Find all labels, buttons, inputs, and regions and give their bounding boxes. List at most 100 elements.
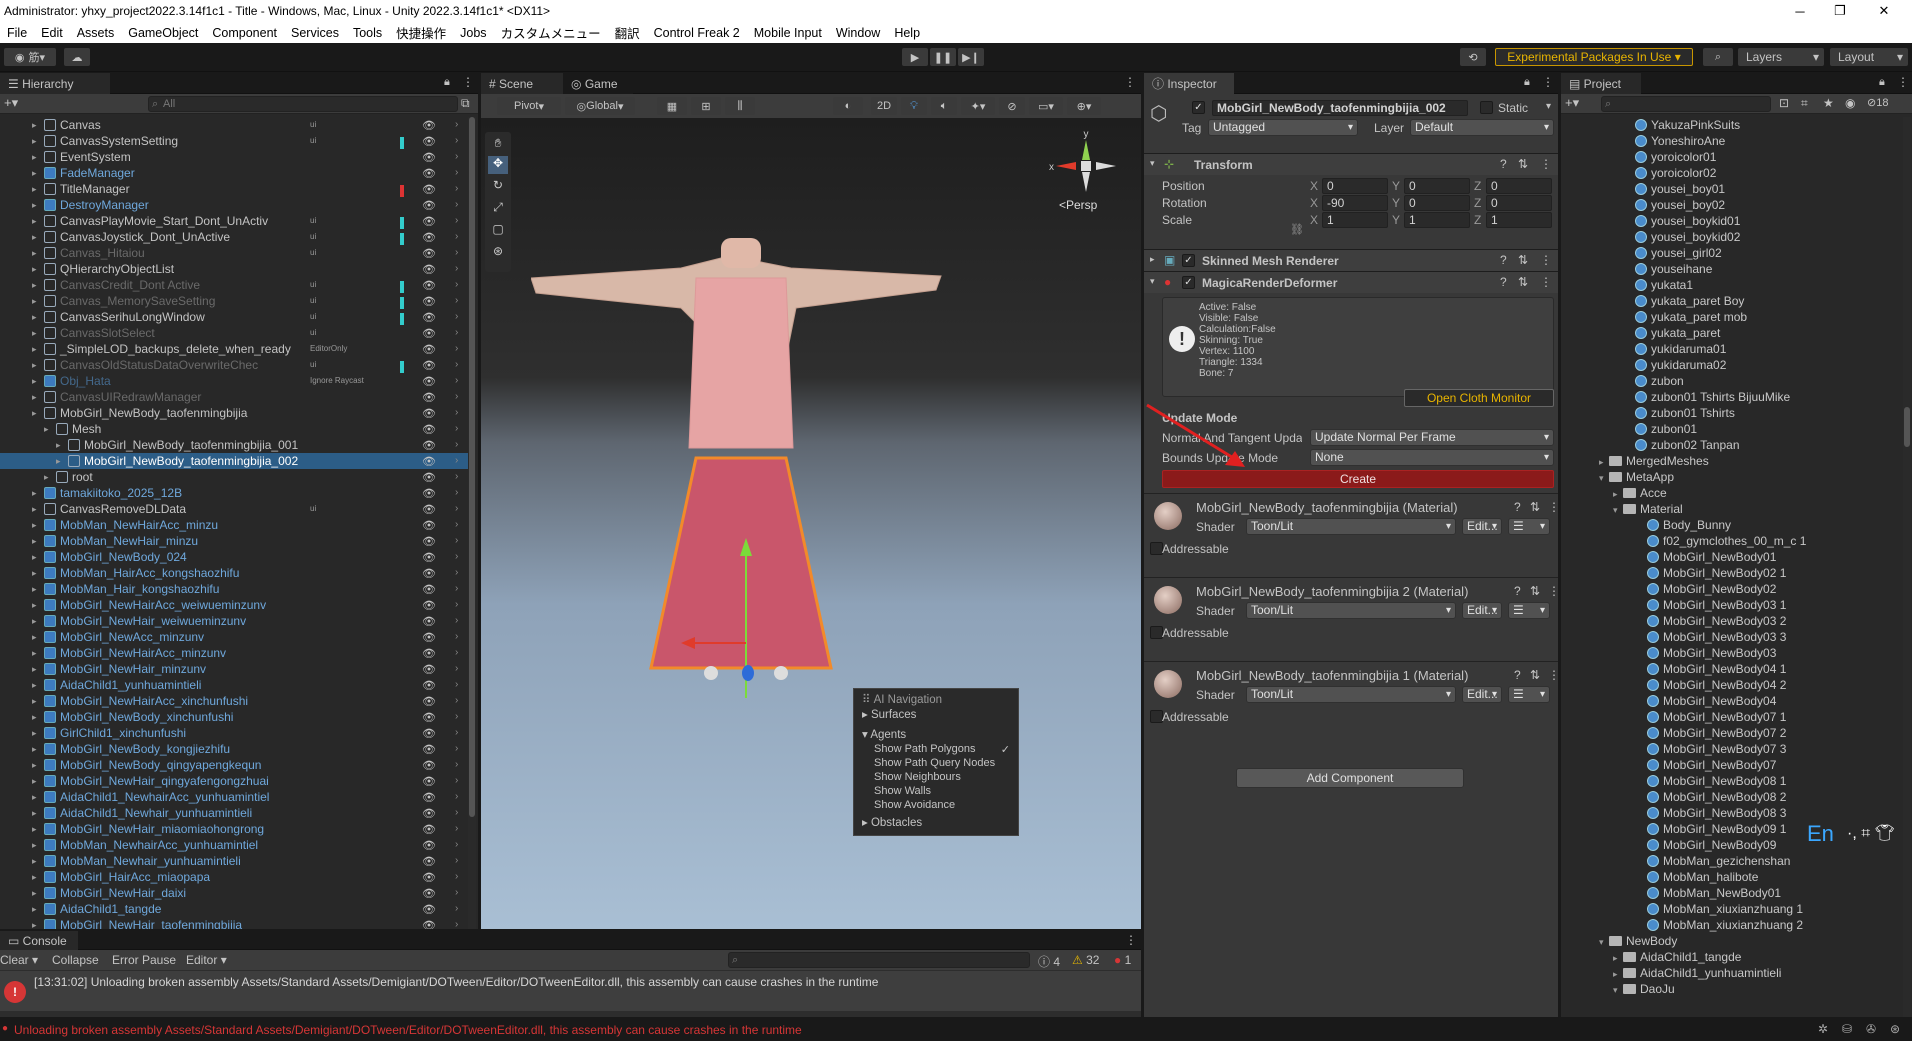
project-item[interactable]: MobGirl_NewBody02 1 xyxy=(1647,565,1786,581)
visibility-icon[interactable]: 👁︎ xyxy=(422,774,436,790)
console-search-input[interactable]: ⌕ xyxy=(728,952,1030,968)
tab-game[interactable]: ◎ Game xyxy=(563,73,633,94)
more-icon[interactable]: ⋮ xyxy=(1540,253,1552,267)
tab-project[interactable]: ▤ Project xyxy=(1561,73,1641,94)
nav-option[interactable]: Show Walls xyxy=(874,785,1014,797)
more-icon[interactable]: ⋮ xyxy=(1897,75,1909,89)
hierarchy-row[interactable]: ▸ CanvasUIRedrawManager 👁︎ › xyxy=(0,389,470,405)
expand-arrow-icon[interactable]: ▸ xyxy=(32,117,37,133)
chevron-right-icon[interactable]: › xyxy=(455,773,458,789)
chevron-right-icon[interactable]: › xyxy=(455,789,458,805)
active-checkbox[interactable]: ✓ xyxy=(1192,101,1205,114)
project-item[interactable]: yoroicolor02 xyxy=(1635,165,1716,181)
hierarchy-row[interactable]: ▸ CanvasPlayMovie_Start_Dont_UnActiv ui 👁︎ › xyxy=(0,213,470,229)
chevron-right-icon[interactable]: › xyxy=(455,133,458,149)
menu-item[interactable]: Assets xyxy=(70,26,122,40)
expand-arrow-icon[interactable]: ▸ xyxy=(1613,950,1623,966)
tab-scene[interactable]: # Scene xyxy=(481,73,563,94)
project-item[interactable]: zubon xyxy=(1635,373,1684,389)
expand-arrow-icon[interactable]: ▸ xyxy=(32,581,37,597)
expand-arrow-icon[interactable]: ▸ xyxy=(1613,486,1623,502)
project-item[interactable]: MobGirl_NewBody07 1 xyxy=(1647,709,1786,725)
visibility-icon[interactable]: 👁︎ xyxy=(422,838,436,854)
collapse-button[interactable]: Collapse xyxy=(52,953,99,967)
chevron-right-icon[interactable]: › xyxy=(455,485,458,501)
chevron-right-icon[interactable]: › xyxy=(455,373,458,389)
hierarchy-row[interactable]: ▸ CanvasSlotSelect ui 👁︎ › xyxy=(0,325,470,341)
project-item[interactable]: yukata1 xyxy=(1635,277,1693,293)
chevron-right-icon[interactable]: › xyxy=(455,421,458,437)
visibility-icon[interactable]: 👁︎ xyxy=(422,486,436,502)
status-message[interactable]: Unloading broken assembly Assets/Standar… xyxy=(14,1023,802,1037)
visibility-icon[interactable]: 👁︎ xyxy=(422,374,436,390)
search-by-label-icon[interactable]: ⌗ xyxy=(1801,96,1808,111)
project-item[interactable]: YakuzaPinkSuits xyxy=(1635,117,1740,133)
help-icon[interactable]: ? xyxy=(1500,253,1507,267)
hierarchy-search-input[interactable]: ⌕ All xyxy=(148,96,458,112)
hierarchy-row[interactable]: ▸ Mesh 👁︎ › xyxy=(0,421,470,437)
chevron-right-icon[interactable]: › xyxy=(455,453,458,469)
project-item[interactable]: yoroicolor01 xyxy=(1635,149,1716,165)
hierarchy-row[interactable]: ▸ MobGirl_NewBody_024 👁︎ › xyxy=(0,549,470,565)
chevron-right-icon[interactable]: › xyxy=(455,917,458,929)
project-item[interactable]: yukidaruma01 xyxy=(1635,341,1726,357)
nav-option[interactable]: Show Path Query Nodes xyxy=(874,757,1014,769)
close-icon[interactable]: ✕ xyxy=(1864,0,1904,22)
obstacles-foldout[interactable]: ▸ Obstacles xyxy=(862,815,922,829)
visibility-icon[interactable]: 👁︎ xyxy=(422,566,436,582)
project-item[interactable]: YoneshiroAne xyxy=(1635,133,1725,149)
chevron-right-icon[interactable]: › xyxy=(455,261,458,277)
visibility-icon[interactable]: 👁︎ xyxy=(422,230,436,246)
chevron-right-icon[interactable]: › xyxy=(455,517,458,533)
more-icon[interactable]: ⋮ xyxy=(1548,500,1560,514)
foldout-icon[interactable]: ▾ xyxy=(1150,158,1155,169)
pause-icon[interactable]: ❚❚ xyxy=(930,48,956,66)
more-icon[interactable]: ⋮ xyxy=(1548,668,1560,682)
expand-arrow-icon[interactable]: ▸ xyxy=(32,181,37,197)
add-icon[interactable]: +▾ xyxy=(1565,95,1579,111)
chevron-right-icon[interactable]: › xyxy=(455,229,458,245)
hand-tool-icon[interactable]: ✋︎ xyxy=(488,136,508,154)
expand-arrow-icon[interactable]: ▸ xyxy=(32,309,37,325)
chevron-right-icon[interactable]: › xyxy=(455,677,458,693)
nav-option[interactable]: Show Path Polygons ✓ xyxy=(874,743,1014,756)
menu-item[interactable]: Jobs xyxy=(453,26,493,40)
visibility-icon[interactable]: 👁︎ xyxy=(422,470,436,486)
preset-icon[interactable]: ⇅ xyxy=(1518,157,1528,171)
hierarchy-row[interactable]: ▸ FadeManager 👁︎ › xyxy=(0,165,470,181)
chevron-right-icon[interactable]: › xyxy=(455,853,458,869)
chevron-right-icon[interactable]: › xyxy=(455,629,458,645)
project-search-input[interactable]: ⌕ xyxy=(1601,96,1771,112)
persp-label[interactable]: <Persp xyxy=(1059,198,1097,212)
project-item[interactable]: MobGirl_NewBody07 3 xyxy=(1647,741,1786,757)
chevron-right-icon[interactable]: › xyxy=(455,469,458,485)
menu-item[interactable]: Mobile Input xyxy=(747,26,829,40)
ime-tools-icon[interactable]: ·, ⌗ 👕︎ xyxy=(1847,823,1895,843)
normal-tangent-dropdown[interactable]: Update Normal Per Frame xyxy=(1310,429,1554,446)
lock-icon[interactable]: 🔒︎ xyxy=(444,76,450,89)
progress-icon[interactable]: ✲ xyxy=(1818,1022,1828,1036)
move-tool-icon[interactable]: ✥ xyxy=(488,156,508,174)
chevron-right-icon[interactable]: › xyxy=(455,277,458,293)
project-item[interactable]: MobGirl_NewBody08 2 xyxy=(1647,789,1786,805)
hierarchy-row[interactable]: ▸ GirlChild1_xinchunfushi 👁︎ › xyxy=(0,725,470,741)
project-item[interactable]: yousei_boykid02 xyxy=(1635,229,1740,245)
preset-icon[interactable]: ⇅ xyxy=(1530,668,1540,682)
expand-arrow-icon[interactable]: ▸ xyxy=(32,229,37,245)
expand-arrow-icon[interactable]: ▸ xyxy=(32,501,37,517)
visibility-icon[interactable]: 👁︎ xyxy=(422,502,436,518)
visibility-icon[interactable]: 👁︎ xyxy=(422,358,436,374)
static-dropdown-icon[interactable]: ▾ xyxy=(1546,101,1551,112)
agents-foldout[interactable]: ▾ Agents xyxy=(862,727,906,741)
visibility-icon[interactable]: 👁︎ xyxy=(422,406,436,422)
hierarchy-row[interactable]: ▸ DestroyManager 👁︎ › xyxy=(0,197,470,213)
hidden-packages-icon[interactable]: ◉ xyxy=(1845,96,1855,110)
grid-icon[interactable]: ⊞ xyxy=(691,97,721,115)
hierarchy-row[interactable]: ▸ AidaChild1_Newhair_yunhuamintieli 👁︎ › xyxy=(0,805,470,821)
hierarchy-row[interactable]: ▸ MobGirl_NewHair_miaomiaohongrong 👁︎ › xyxy=(0,821,470,837)
chevron-right-icon[interactable]: › xyxy=(455,389,458,405)
hierarchy-row[interactable]: ▸ AidaChild1_yunhuamintieli 👁︎ › xyxy=(0,677,470,693)
project-item[interactable]: MobGirl_NewBody03 xyxy=(1647,645,1776,661)
menu-item[interactable]: 快捷操作 xyxy=(389,23,453,42)
visibility-icon[interactable]: 👁︎ xyxy=(422,310,436,326)
